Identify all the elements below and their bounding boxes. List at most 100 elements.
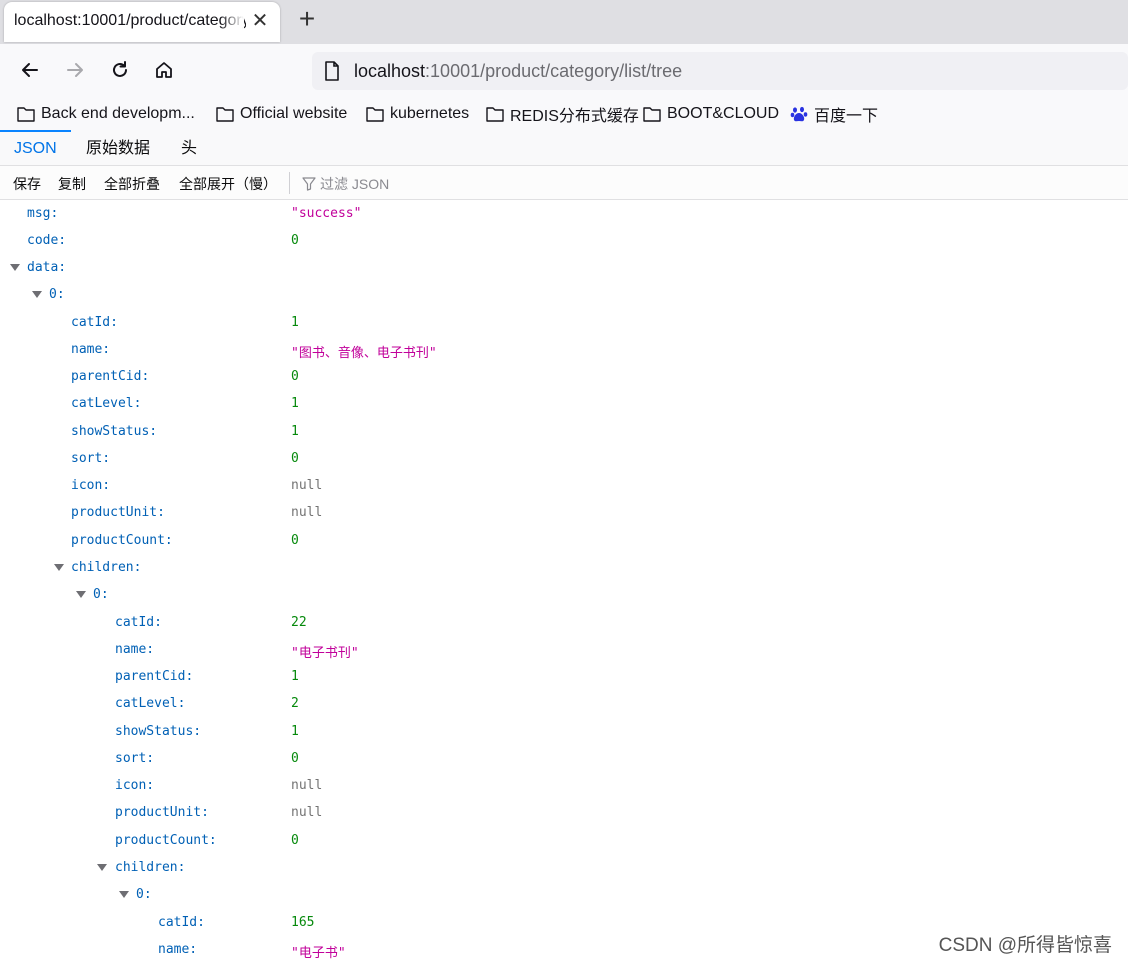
json-row-expander[interactable]: 0: [0,281,1128,308]
tab-raw-data[interactable]: 原始数据 [72,130,164,166]
baidu-paw-icon [790,106,808,122]
bookmark-folder[interactable]: Back end developm... [17,103,195,125]
bookmark-folder[interactable]: REDIS分布式缓存 [486,103,639,125]
json-row-expander[interactable]: data: [0,254,1128,281]
collapse-all-button[interactable]: 全部折叠 [104,174,160,194]
json-value: 1 [291,669,299,684]
expand-arrow-icon[interactable] [54,564,64,571]
json-row-expander[interactable]: 0: [0,581,1128,608]
json-value: "图书、音像、电子书刊" [291,346,437,361]
json-key: catId: [71,315,118,330]
json-row: showStatus: 1 [0,718,1128,745]
json-key: data: [27,260,67,275]
new-tab-icon[interactable]: + [293,5,321,34]
json-row: productUnit: null [0,499,1128,526]
tab-strip: localhost:10001/product/category/list/tr… [0,0,1128,44]
watermark: CSDN @所得皆惊喜 [938,935,1112,956]
json-key: 0: [136,887,152,902]
back-icon[interactable] [16,56,44,84]
save-button[interactable]: 保存 [13,174,41,194]
bookmarks-toolbar: Back end developm... Official website ku… [0,96,1128,130]
expand-arrow-icon[interactable] [76,591,86,598]
folder-icon [486,107,504,122]
expand-arrow-icon[interactable] [97,864,107,871]
json-value: 0 [291,533,299,548]
bookmark-label: REDIS分布式缓存 [510,108,639,125]
json-key: catId: [115,615,162,630]
json-key: msg: [27,206,59,221]
json-key: 0: [49,287,65,302]
json-row: catId: 1 [0,309,1128,336]
json-row-expander[interactable]: 0: [0,881,1128,908]
json-row: icon: null [0,772,1128,799]
json-row: catLevel: 1 [0,390,1128,417]
bookmark-folder[interactable]: Official website [216,103,347,125]
json-key: productUnit: [71,505,165,520]
bookmark-label: 百度一下 [814,108,879,125]
json-row: showStatus: 1 [0,418,1128,445]
json-row: icon: null [0,472,1128,499]
filter-json-input[interactable]: 过滤 JSON [302,174,389,194]
close-tab-icon[interactable]: ✕ [250,11,270,31]
json-value: 0 [291,751,299,766]
json-row: productUnit: null [0,799,1128,826]
json-key: children: [115,860,186,875]
bookmark-label: kubernetes [390,105,470,122]
json-key: sort: [71,451,111,466]
json-key: catId: [158,915,205,930]
json-value: 1 [291,724,299,739]
json-row: productCount: 0 [0,527,1128,554]
json-row: parentCid: 1 [0,663,1128,690]
json-value: 0 [291,233,299,248]
copy-button[interactable]: 复制 [58,174,86,194]
bookmark-folder[interactable]: BOOT&CLOUD [643,103,779,125]
expand-arrow-icon[interactable] [10,264,20,271]
home-icon[interactable] [150,56,178,84]
json-row: parentCid: 0 [0,363,1128,390]
json-row: sort: 0 [0,745,1128,772]
json-key: catLevel: [115,696,186,711]
page-icon[interactable] [324,61,340,86]
tab-headers[interactable]: 头 [167,130,211,166]
json-toolbar: 保存 复制 全部折叠 全部展开（慢） 过滤 JSON [0,166,1128,200]
tab-json[interactable]: JSON [0,130,71,166]
json-value: null [291,505,323,520]
json-key: children: [71,560,142,575]
json-row: sort: 0 [0,445,1128,472]
json-row-expander[interactable]: children: [0,854,1128,881]
json-value: 0 [291,451,299,466]
json-row: name: "图书、音像、电子书刊" [0,336,1128,363]
filter-icon [302,177,316,191]
browser-tab[interactable]: localhost:10001/product/category/list/tr… [4,2,280,42]
expand-arrow-icon[interactable] [119,891,129,898]
forward-icon[interactable] [61,56,89,84]
reload-icon[interactable] [106,56,134,84]
json-value: "success" [291,206,362,221]
bookmark-link[interactable]: 百度一下 [790,103,878,125]
folder-icon [216,107,234,122]
json-key: showStatus: [115,724,202,739]
json-row: catLevel: 2 [0,690,1128,717]
viewer-tabs: JSON 原始数据 头 [0,130,1128,166]
json-row-expander[interactable]: children: [0,554,1128,581]
filter-placeholder: 过滤 JSON [320,176,390,192]
address-bar[interactable]: localhost:10001/product/category/list/tr… [312,52,1128,90]
navigation-bar: localhost:10001/product/category/list/tr… [0,44,1128,96]
json-row: catId: 22 [0,609,1128,636]
json-value: null [291,778,323,793]
url-host: localhost [354,61,426,81]
json-key: showStatus: [71,424,158,439]
json-value: "电子书刊" [291,646,359,661]
bookmark-folder[interactable]: kubernetes [366,103,469,125]
json-key: name: [115,642,155,657]
bookmark-label: Official website [240,105,348,122]
json-key: 0: [93,587,109,602]
expand-all-button[interactable]: 全部展开（慢） [179,174,277,194]
url-text[interactable]: localhost:10001/product/category/list/tr… [354,61,682,82]
json-key: sort: [115,751,155,766]
tab-title: localhost:10001/product/category/list/tr… [14,12,246,29]
json-value: null [291,478,323,493]
folder-icon [366,107,384,122]
json-key: parentCid: [71,369,150,384]
expand-arrow-icon[interactable] [32,291,42,298]
